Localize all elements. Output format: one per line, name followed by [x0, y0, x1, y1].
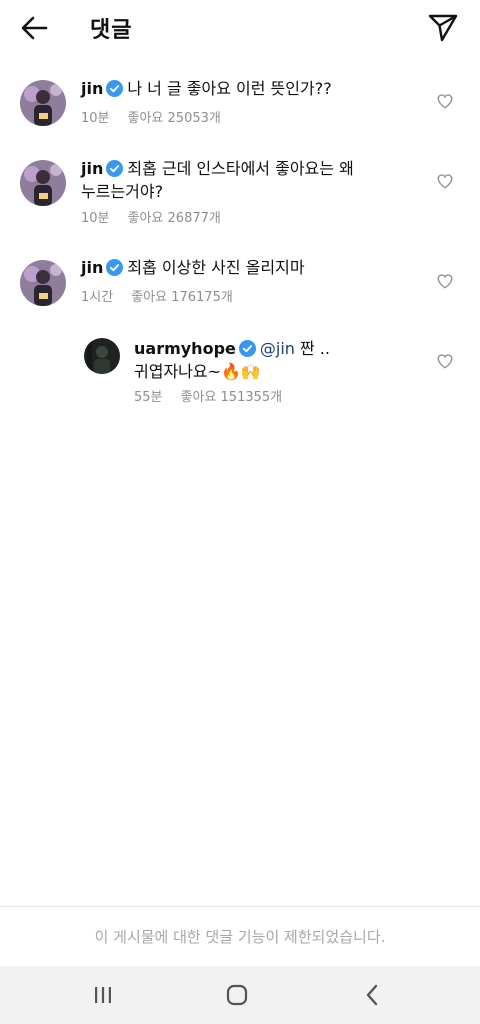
avatar[interactable]	[20, 260, 66, 306]
heart-icon[interactable]	[436, 92, 454, 110]
like-count[interactable]: 좋아요 176175개	[131, 290, 233, 305]
username[interactable]: uarmyhope	[134, 339, 236, 358]
comment-time: 10분	[81, 211, 110, 226]
comment-item: jin 죄홉 근데 인스타에서 좋아요는 왜누르는거야? 10분 좋아요 26877…	[0, 150, 480, 240]
avatar[interactable]	[20, 160, 66, 206]
top-app-bar: 댓글	[0, 0, 480, 56]
heart-icon[interactable]	[436, 272, 454, 290]
reply-text: uarmyhope @jin 짠 .. 귀엽자나요~🔥🙌	[134, 337, 424, 383]
back-arrow-icon[interactable]	[16, 10, 52, 46]
reply-item: uarmyhope @jin 짠 .. 귀엽자나요~🔥🙌 55분 좋아요 151355…	[0, 330, 480, 420]
comment-meta: 10분 좋아요 25053개	[81, 107, 239, 126]
comment-text: jin 죄홉 근데 인스타에서 좋아요는 왜누르는거야?	[81, 157, 421, 203]
reply-meta: 55분 좋아요 151355개	[134, 386, 300, 405]
avatar[interactable]	[84, 338, 120, 374]
home-icon[interactable]	[222, 980, 252, 1010]
system-navigation-bar	[0, 966, 480, 1024]
username[interactable]: jin	[81, 258, 103, 277]
like-count[interactable]: 좋아요 151355개	[181, 390, 283, 405]
heart-icon[interactable]	[436, 172, 454, 190]
comment-item: jin 나 너 글 좋아요 이런 뜻인가?? 10분 좋아요 25053개	[0, 70, 480, 150]
comment-text: jin 죄홉 이상한 사진 올리지마	[81, 256, 421, 279]
username[interactable]: jin	[81, 159, 103, 178]
comment-time: 10분	[81, 111, 110, 126]
mention-link[interactable]: @jin	[260, 339, 295, 358]
like-count[interactable]: 좋아요 26877개	[128, 211, 221, 226]
verified-badge-icon	[106, 259, 124, 276]
reply-message-line1: 짠 ..	[294, 339, 330, 358]
recent-apps-icon[interactable]	[88, 980, 118, 1010]
username[interactable]: jin	[81, 79, 103, 98]
comment-meta: 1시간 좋아요 176175개	[81, 286, 251, 305]
comments-restricted-notice: 이 게시물에 대한 댓글 기능이 제한되었습니다.	[0, 906, 480, 966]
comment-message: 나 너 글 좋아요 이런 뜻인가??	[127, 79, 332, 98]
like-count[interactable]: 좋아요 25053개	[128, 111, 221, 126]
verified-badge-icon	[238, 340, 256, 357]
system-back-icon[interactable]	[358, 980, 388, 1010]
share-send-icon[interactable]	[426, 10, 460, 44]
comment-text: jin 나 너 글 좋아요 이런 뜻인가??	[81, 77, 421, 100]
comment-meta: 10분 좋아요 26877개	[81, 207, 239, 226]
heart-icon[interactable]	[436, 352, 454, 370]
comment-time: 1시간	[81, 290, 114, 305]
verified-badge-icon	[106, 80, 124, 97]
comment-message-line2: 누르는거야?	[81, 182, 164, 201]
page-title: 댓글	[90, 18, 133, 43]
comment-message: 죄홉 이상한 사진 올리지마	[127, 258, 305, 277]
verified-badge-icon	[106, 160, 124, 177]
reply-message-line2: 귀엽자나요~🔥🙌	[134, 362, 261, 381]
comment-item: jin 죄홉 이상한 사진 올리지마 1시간 좋아요 176175개	[0, 250, 480, 330]
reply-time: 55분	[134, 390, 163, 405]
avatar[interactable]	[20, 80, 66, 126]
comment-message-line1: 죄홉 근데 인스타에서 좋아요는 왜	[127, 159, 354, 178]
